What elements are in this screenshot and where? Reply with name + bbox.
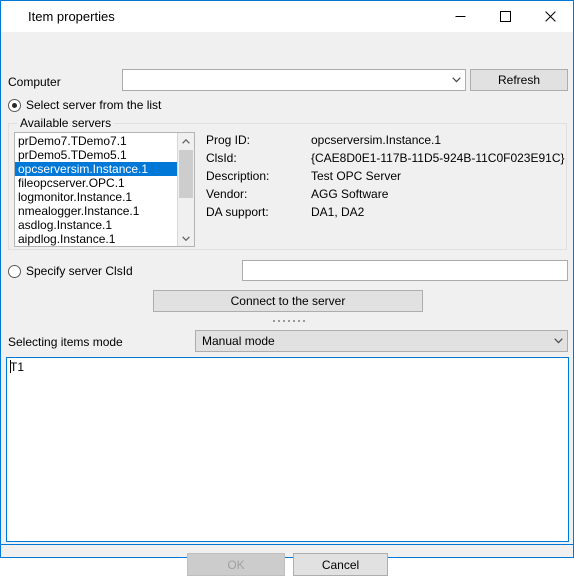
available-servers-list-items: prDemo7.TDemo7.1 prDemo5.TDemo5.1 opcser… [15, 133, 177, 246]
chevron-down-icon [448, 77, 465, 83]
close-icon [545, 11, 556, 22]
items-mode-combo[interactable]: Manual mode [195, 330, 568, 352]
progress-dot [303, 320, 305, 322]
prop-value-clsid: {CAE8D0E1-117B-11D5-924B-11C0F023E91C} [311, 151, 565, 165]
prop-label-description: Description: [206, 169, 270, 183]
prop-label-da-support: DA support: [206, 205, 269, 219]
radio-specify-clsid[interactable]: Specify server ClsId [8, 264, 133, 278]
window-title: Item properties [28, 9, 115, 24]
progress-dot [273, 320, 275, 322]
ok-button[interactable]: OK [187, 553, 285, 576]
list-item[interactable]: prDemo5.TDemo5.1 [15, 148, 177, 162]
list-item[interactable]: fileopcserver.OPC.1 [15, 176, 177, 190]
connect-to-server-button[interactable]: Connect to the server [153, 290, 423, 312]
chevron-down-icon [550, 338, 567, 344]
computer-label: Computer [8, 75, 61, 89]
list-item-selected[interactable]: opcserversim.Instance.1 [15, 162, 177, 176]
progress-dot [298, 320, 300, 322]
radio-select-from-list-label: Select server from the list [26, 98, 162, 112]
progress-dot [288, 320, 290, 322]
radio-select-from-list[interactable]: Select server from the list [8, 98, 161, 112]
progress-dots [273, 320, 305, 322]
scroll-down-icon[interactable] [178, 230, 194, 246]
items-editor-text-wrapper: T1 [7, 358, 568, 374]
computer-combo[interactable] [122, 69, 466, 91]
radio-on-icon [8, 98, 21, 112]
list-item[interactable]: asdlog.Instance.1 [15, 218, 177, 232]
available-servers-group-title: Available servers [17, 116, 115, 130]
items-mode-combo-value: Manual mode [202, 334, 275, 348]
item-properties-dialog: Item properties Computer Refresh Select … [0, 0, 574, 576]
prop-value-prog-id: opcserversim.Instance.1 [311, 133, 442, 147]
progress-dot [278, 320, 280, 322]
clsid-input[interactable] [242, 260, 568, 281]
scrollbar-thumb[interactable] [179, 150, 193, 198]
list-item[interactable]: aipdlog.Instance.1 [15, 232, 177, 246]
list-item[interactable]: nmealogger.Instance.1 [15, 204, 177, 218]
footer-separator [1, 544, 573, 545]
minimize-button[interactable] [438, 1, 483, 32]
scroll-up-icon[interactable] [178, 133, 194, 149]
refresh-button[interactable]: Refresh [470, 69, 568, 91]
prop-label-prog-id: Prog ID: [206, 133, 251, 147]
maximize-icon [500, 11, 511, 22]
minimize-icon [455, 11, 466, 22]
available-servers-scrollbar[interactable] [177, 133, 194, 246]
list-item[interactable]: logmonitor.Instance.1 [15, 190, 177, 204]
items-mode-label: Selecting items mode [8, 335, 123, 349]
prop-value-vendor: AGG Software [311, 187, 389, 201]
prop-value-da-support: DA1, DA2 [311, 205, 365, 219]
caption-button-group [438, 1, 573, 32]
progress-dot [283, 320, 285, 322]
items-editor[interactable]: T1 [6, 357, 569, 542]
maximize-button[interactable] [483, 1, 528, 32]
prop-label-clsid: ClsId: [206, 151, 237, 165]
radio-specify-clsid-label: Specify server ClsId [26, 264, 133, 278]
cancel-button[interactable]: Cancel [293, 553, 388, 576]
progress-dot [293, 320, 295, 322]
items-editor-value: T1 [10, 360, 25, 374]
close-button[interactable] [528, 1, 573, 32]
title-bar: Item properties [1, 1, 573, 32]
radio-off-icon [8, 264, 21, 278]
available-servers-listbox[interactable]: prDemo7.TDemo7.1 prDemo5.TDemo5.1 opcser… [14, 132, 195, 247]
list-item[interactable]: prDemo7.TDemo7.1 [15, 134, 177, 148]
prop-value-description: Test OPC Server [311, 169, 402, 183]
prop-label-vendor: Vendor: [206, 187, 248, 201]
dialog-client-area: Computer Refresh Select server from the … [1, 32, 573, 576]
